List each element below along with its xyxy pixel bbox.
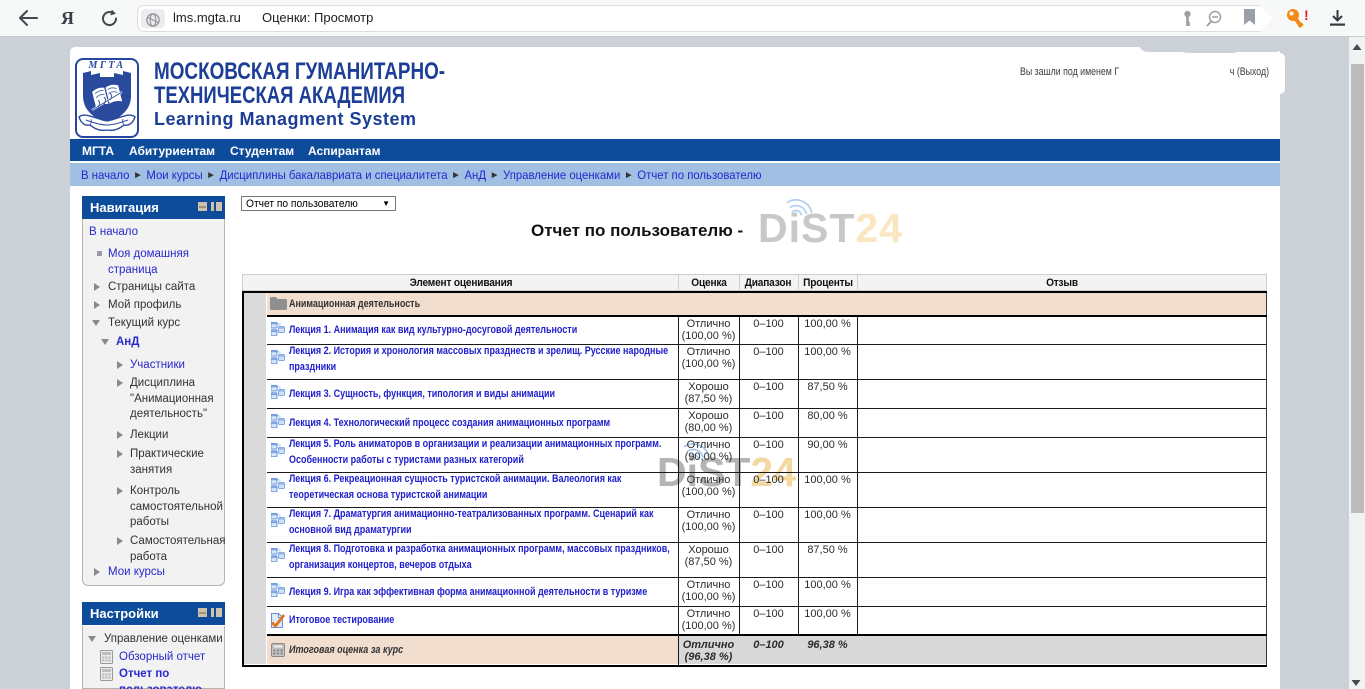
svg-text:!: ! bbox=[1304, 7, 1309, 23]
